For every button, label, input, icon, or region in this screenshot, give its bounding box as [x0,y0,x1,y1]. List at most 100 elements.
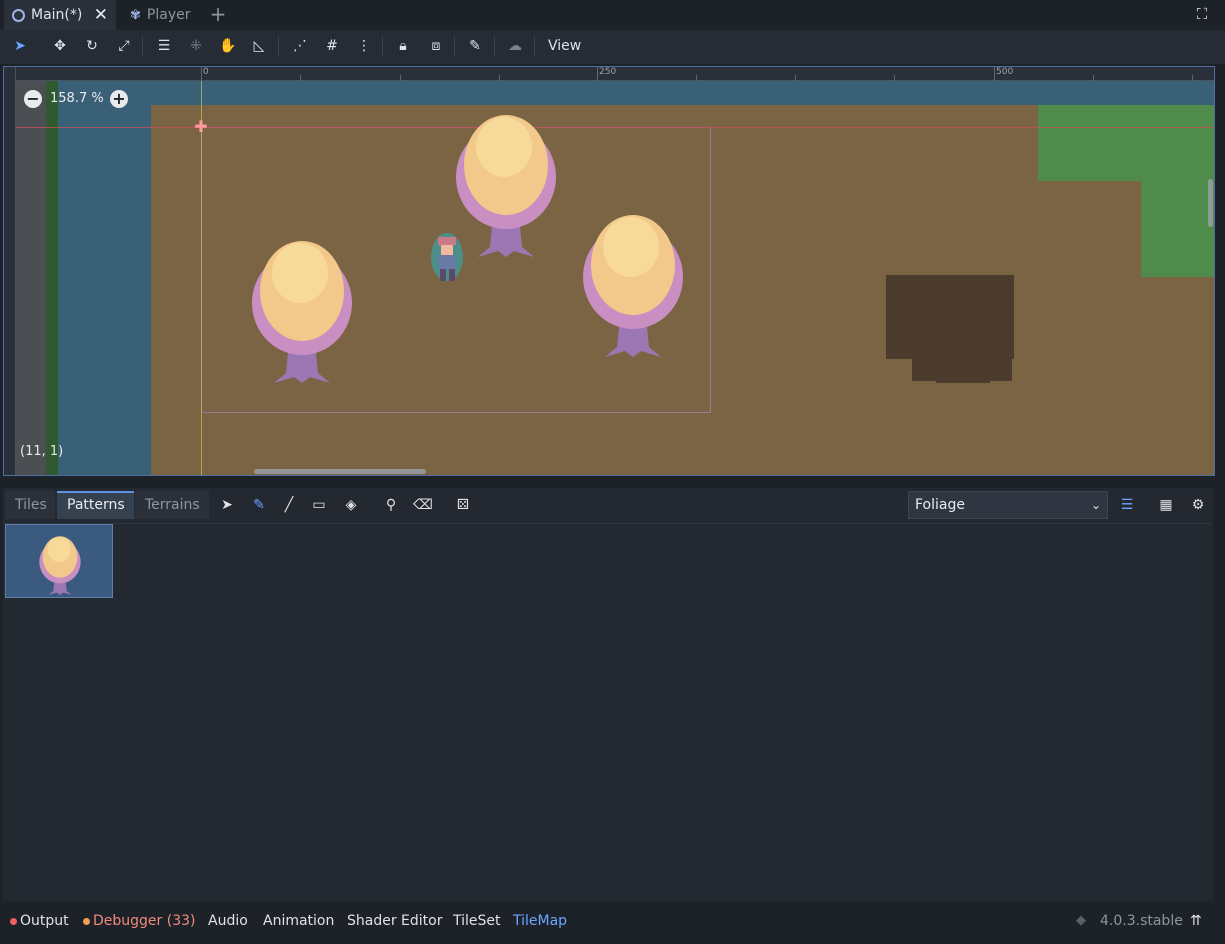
ruler-label: 0 [203,67,209,77]
close-icon[interactable]: ✕ [94,5,108,25]
rect-tool-icon[interactable]: ▭ [306,492,332,518]
debugger-button[interactable]: Debugger (33) [83,911,195,931]
move-mode-icon[interactable]: ✥ [47,33,73,59]
tab-patterns[interactable]: Patterns [57,491,134,519]
lock-icon[interactable]: 🔒︎ [390,33,416,59]
highlight-layer-icon[interactable]: ☰ [1114,492,1140,518]
ruler-mode-icon[interactable]: ◺ [246,33,272,59]
tileset-button[interactable]: TileSet [453,911,501,931]
output-button[interactable]: Output [10,911,69,931]
picker-tool-icon[interactable]: ⚲ [378,492,404,518]
tilemap-button[interactable]: TileMap [513,911,567,931]
ruler-tick [499,75,500,81]
shader-editor-button[interactable]: Shader Editor [347,911,442,931]
grid-snap-icon[interactable]: # [319,33,345,59]
version-label: 4.0.3.stable [1100,913,1183,929]
pit-tiles-bottom [936,379,990,383]
line-tool-icon[interactable]: ╱ [276,492,302,518]
pattern-list[interactable] [3,523,1213,901]
ruler-tick [300,75,301,81]
scene-tab-main[interactable]: Main(*) ✕ [4,0,116,30]
layer-select[interactable]: Foliage ⌄ [908,491,1108,519]
ruler-tick [597,67,598,81]
warning-dot-icon [83,917,90,925]
tilemap-settings-icon[interactable]: ⚙ [1185,492,1211,518]
tree-sprite[interactable] [250,233,354,383]
ruler-horizontal[interactable]: 0 250 500 [4,67,1214,81]
character-icon: ✾ [130,7,141,23]
audio-button[interactable]: Audio [208,911,248,931]
ruler-label: 500 [996,67,1014,77]
expand-panel-icon[interactable]: ⇈ [1190,911,1202,931]
grass-tiles-right [1038,105,1214,181]
pit-tiles-lower [912,357,1012,381]
scale-mode-icon[interactable]: ⤢ [111,33,137,59]
grass-tiles-right-lower [1141,177,1214,277]
view-menu-button[interactable]: View [540,33,589,59]
ruler-label: 250 [599,67,617,77]
toolbar-separator [142,36,143,56]
toolbar-separator [534,36,535,56]
toolbar-separator [454,36,455,56]
scene-tab-player-label: Player [146,7,191,23]
tab-tiles[interactable]: Tiles [5,491,55,519]
select-tool-icon[interactable]: ➤ [214,492,240,518]
skeleton-icon[interactable]: ✎ [462,33,488,59]
bucket-tool-icon[interactable]: ◈ [338,492,364,518]
origin-marker-icon: ✚ [194,117,208,136]
zoom-out-button[interactable]: − [24,90,42,108]
pattern-item[interactable] [5,524,113,598]
ruler-tick [1093,75,1094,81]
canvas-viewport[interactable]: ✚ 0 250 500 [3,66,1215,476]
pit-tiles [886,275,1014,359]
y-axis-line [201,81,202,475]
horizontal-scrollbar[interactable] [254,469,426,474]
tree-pattern-thumbnail [39,536,81,595]
cliff-tiles [16,81,46,475]
ruler-tick [1192,75,1193,81]
ruler-tick [894,75,895,81]
ruler-tick [696,75,697,81]
paint-tool-icon[interactable]: ✎ [246,492,272,518]
snap-options-icon[interactable]: ⋮ [351,33,377,59]
pivot-mode-icon[interactable]: ⁜ [183,33,209,59]
toolbar-separator [278,36,279,56]
debugger-label: Debugger (33) [93,913,196,929]
select-mode-icon[interactable]: ➤ [7,33,33,59]
list-select-icon[interactable]: ☰ [151,33,177,59]
layer-select-value: Foliage [915,497,965,513]
random-tile-icon[interactable]: ⚄ [450,492,476,518]
chevron-down-icon: ⌄ [1090,498,1101,512]
output-label: Output [20,913,69,929]
player-sprite[interactable] [430,231,464,285]
pan-mode-icon[interactable]: ✋ [215,33,241,59]
distraction-free-icon[interactable]: ⛶ [1193,5,1211,25]
grass-edge-tiles [46,81,58,475]
toolbar-separator [494,36,495,56]
ruler-vertical[interactable] [4,67,16,475]
scene-tab-player[interactable]: ✾ Player [122,0,202,30]
error-dot-icon [10,917,17,925]
rotate-mode-icon[interactable]: ↻ [79,33,105,59]
toolbar-separator [382,36,383,56]
cursor-coordinates: (11, 1) [20,444,64,459]
tab-terrains[interactable]: Terrains [135,491,209,519]
vertical-scrollbar[interactable] [1208,179,1213,227]
water-tiles-top [151,81,1214,105]
tree-sprite[interactable] [581,207,685,357]
group-icon[interactable]: ⧈ [423,33,449,59]
animation-button[interactable]: Animation [263,911,334,931]
ruler-tick [201,67,202,81]
cloud-icon[interactable]: ☁ [502,33,528,59]
scene-tab-main-label: Main(*) [31,7,83,23]
zoom-in-button[interactable]: + [110,90,128,108]
smart-snap-icon[interactable]: ⋰ [287,33,313,59]
grid-toggle-icon[interactable]: ▦ [1153,492,1179,518]
add-scene-tab-button[interactable]: + [208,3,228,25]
ruler-tick [795,75,796,81]
tree-sprite[interactable] [454,107,558,257]
eraser-tool-icon[interactable]: ⌫ [410,492,436,518]
update-spinner-icon: ◆ [1076,913,1086,928]
zoom-level-label[interactable]: 158.7 % [50,90,104,108]
node2d-icon [12,8,25,22]
